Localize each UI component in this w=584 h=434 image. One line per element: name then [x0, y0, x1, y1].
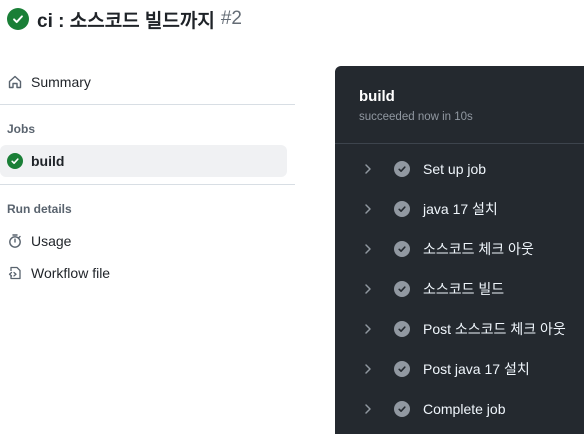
step-label: java 17 설치 — [423, 201, 498, 217]
job-title: build — [359, 88, 395, 105]
run-header: ci : 소스코드 빌드까지 #2 — [7, 6, 242, 32]
step-success-icon — [394, 161, 410, 177]
chevron-right-icon — [362, 323, 374, 335]
sidebar-item-job-build[interactable]: build — [0, 145, 287, 177]
step-row[interactable]: Set up job — [335, 149, 584, 189]
sidebar-item-usage[interactable]: Usage — [0, 225, 295, 257]
success-check-icon — [7, 153, 23, 169]
job-label: build — [31, 153, 65, 169]
step-label: Post java 17 설치 — [423, 361, 530, 377]
chevron-right-icon — [362, 363, 374, 375]
step-row[interactable]: java 17 설치 — [335, 189, 584, 229]
step-label: Post 소스코드 체크 아웃 — [423, 321, 566, 337]
chevron-right-icon — [362, 283, 374, 295]
chevron-right-icon — [362, 243, 374, 255]
success-check-icon — [7, 8, 29, 30]
chevron-right-icon — [362, 403, 374, 415]
step-success-icon — [394, 201, 410, 217]
job-log-header: build succeeded now in 10s — [335, 66, 584, 144]
sidebar-item-label: Workflow file — [31, 265, 111, 281]
sidebar-item-workflow-file[interactable]: Workflow file — [0, 257, 295, 289]
sidebar-item-summary[interactable]: Summary — [0, 60, 295, 104]
step-row[interactable]: Post java 17 설치 — [335, 349, 584, 389]
step-row[interactable]: 소스코드 체크 아웃 — [335, 229, 584, 269]
job-log-panel: build succeeded now in 10s Set up job ja… — [335, 66, 584, 434]
step-label: Set up job — [423, 161, 487, 177]
home-icon — [7, 74, 23, 90]
run-details-heading: Run details — [7, 202, 72, 216]
step-success-icon — [394, 241, 410, 257]
step-success-icon — [394, 281, 410, 297]
run-number: #2 — [220, 8, 242, 29]
step-success-icon — [394, 321, 410, 337]
step-label: 소스코드 체크 아웃 — [423, 241, 534, 257]
chevron-right-icon — [362, 163, 374, 175]
step-row[interactable]: Complete job — [335, 389, 584, 429]
sidebar-item-label: Summary — [31, 74, 91, 90]
file-code-icon — [7, 265, 23, 281]
chevron-right-icon — [362, 203, 374, 215]
sidebar-item-label: Usage — [31, 233, 72, 249]
step-success-icon — [394, 401, 410, 417]
step-list: Set up job java 17 설치 소스코드 체크 아웃 소스코드 빌드… — [335, 144, 584, 429]
sidebar: Summary Jobs build Run details Usage Wor… — [0, 60, 295, 289]
step-success-icon — [394, 361, 410, 377]
step-row[interactable]: Post 소스코드 체크 아웃 — [335, 309, 584, 349]
step-label: Complete job — [423, 401, 506, 417]
jobs-heading: Jobs — [7, 122, 36, 136]
job-status-text: succeeded now in 10s — [359, 111, 473, 123]
step-label: 소스코드 빌드 — [423, 281, 505, 297]
stopwatch-icon — [7, 233, 23, 249]
run-title: ci : 소스코드 빌드까지 — [37, 10, 215, 32]
step-row[interactable]: 소스코드 빌드 — [335, 269, 584, 309]
